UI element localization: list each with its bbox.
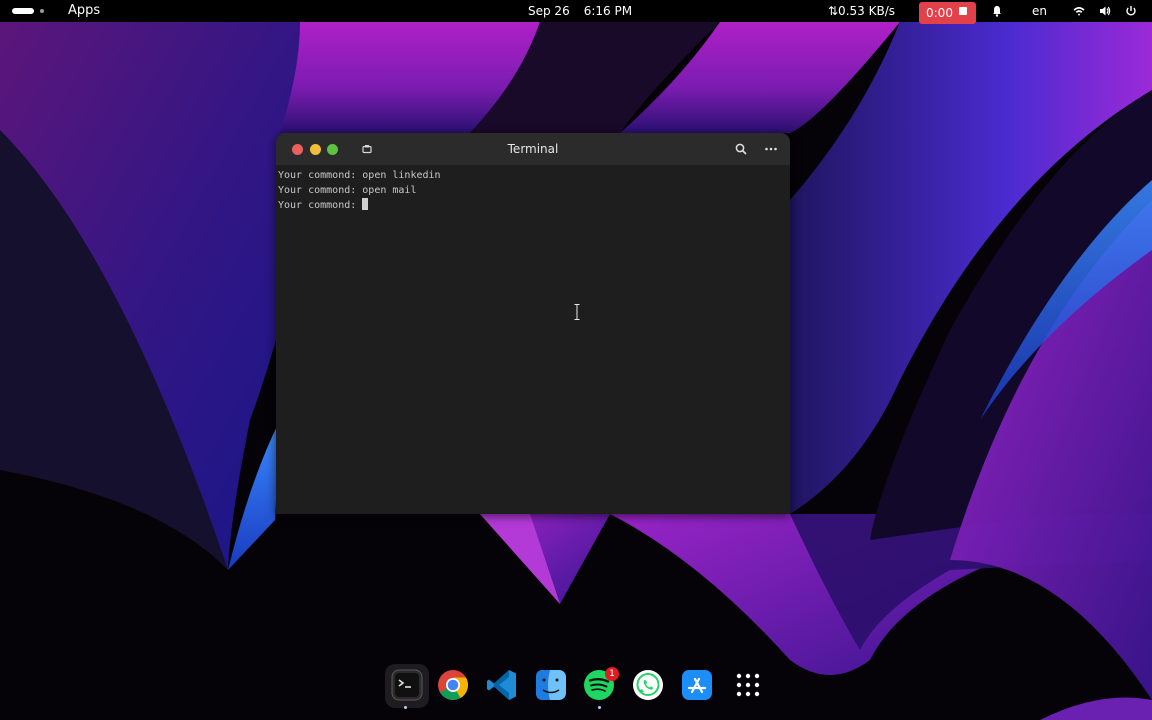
power-icon[interactable]	[1125, 5, 1137, 17]
chrome-app-icon[interactable]	[436, 668, 470, 702]
terminal-line: Your commond: open mail	[278, 184, 417, 196]
top-bar: Apps Sep 26 6:16 PM ⇅0.53 KB/s 0:00 en	[0, 0, 1152, 24]
clock-button[interactable]: Sep 26 6:16 PM	[528, 0, 632, 22]
app-store-icon[interactable]	[680, 668, 714, 702]
show-applications-icon[interactable]	[731, 668, 765, 702]
whatsapp-app-icon[interactable]	[631, 668, 665, 702]
recording-time: 0:00	[926, 6, 953, 20]
terminal-prompt-line[interactable]: Your commond:	[278, 198, 786, 213]
clock-time: 6:16 PM	[583, 4, 633, 18]
ibeam-cursor-icon	[574, 304, 580, 320]
notification-badge: 1	[605, 667, 619, 681]
more-options-icon[interactable]	[764, 142, 778, 156]
bell-icon[interactable]	[991, 5, 1003, 17]
terminal-app-icon[interactable]	[390, 668, 424, 702]
finder-app-icon[interactable]	[534, 668, 568, 702]
clock-date: Sep 26	[528, 4, 570, 18]
terminal-prompt: Your commond:	[278, 200, 363, 211]
vscode-app-icon[interactable]	[485, 668, 519, 702]
dock: 1	[383, 662, 773, 712]
running-indicator	[598, 706, 601, 709]
terminal-window[interactable]: Terminal Your commond: open linkedin You…	[276, 133, 790, 514]
text-cursor	[362, 198, 369, 210]
screen-recording-indicator[interactable]: 0:00	[919, 2, 976, 24]
window-title: Terminal	[507, 142, 559, 156]
apps-menu-button[interactable]: Apps	[68, 0, 100, 22]
keyboard-language-indicator[interactable]: en	[1032, 0, 1047, 22]
activities-indicator[interactable]	[10, 6, 50, 28]
wifi-icon[interactable]	[1073, 5, 1085, 17]
terminal-header-bar[interactable]: Terminal	[276, 133, 790, 165]
volume-icon[interactable]	[1099, 5, 1111, 17]
search-icon[interactable]	[734, 142, 748, 156]
stop-icon[interactable]	[959, 7, 967, 15]
network-speed-indicator: ⇅0.53 KB/s	[828, 4, 895, 18]
terminal-line: Your commond: open linkedin	[278, 170, 441, 181]
running-indicator	[404, 706, 407, 709]
terminal-output[interactable]: Your commond: open linkedin Your commond…	[278, 169, 786, 509]
